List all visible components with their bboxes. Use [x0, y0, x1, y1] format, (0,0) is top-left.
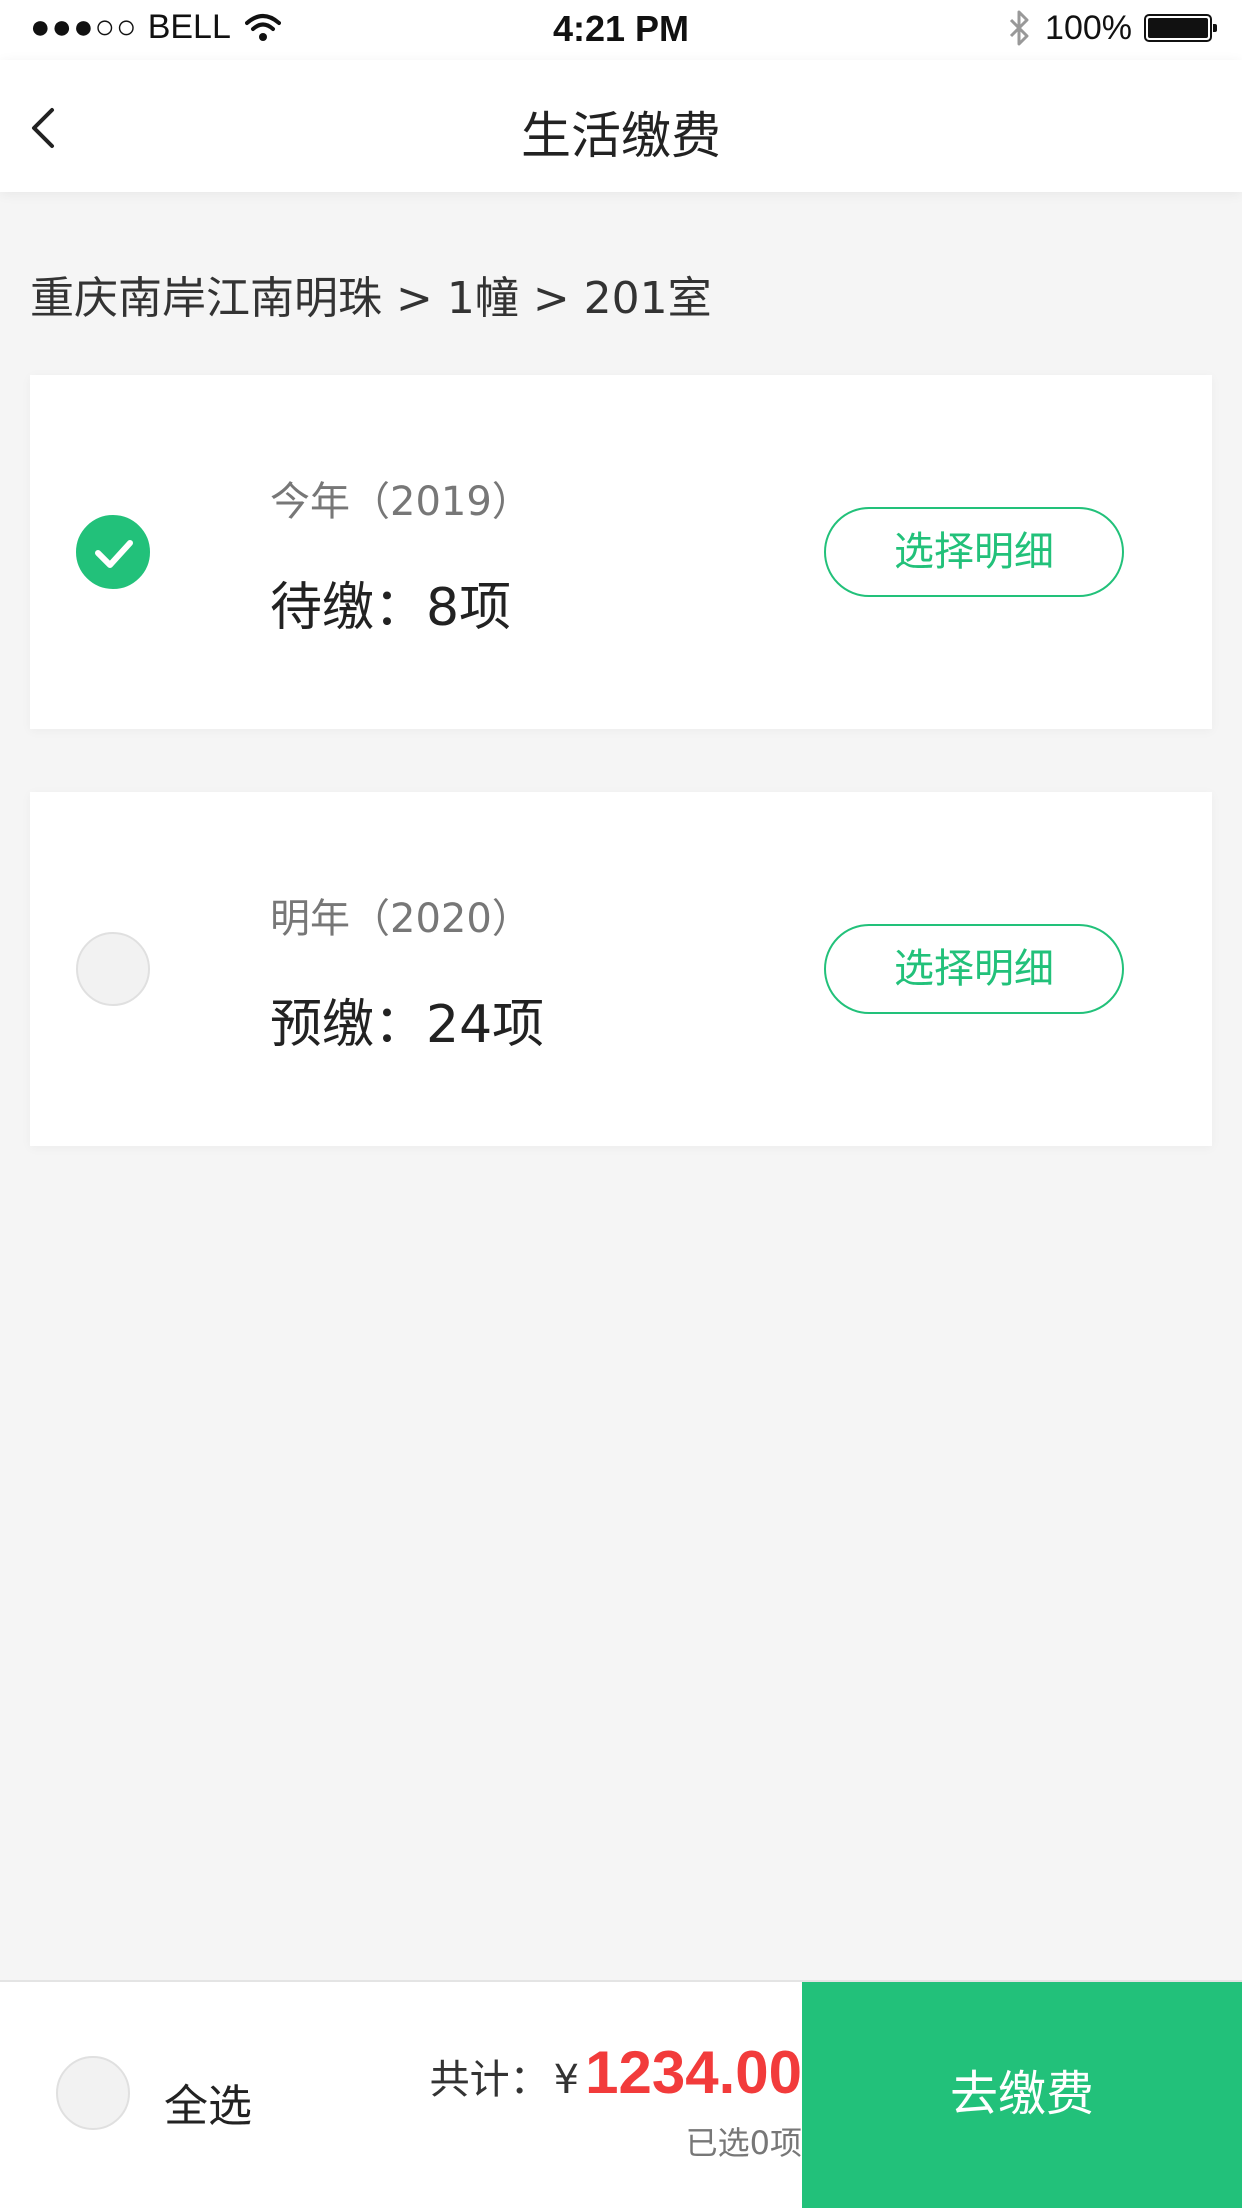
status-bar: ●●●○○ BELL 4:21 PM 100%: [0, 0, 1242, 60]
total-amount: 1234.00: [585, 2039, 802, 2106]
select-details-button[interactable]: 选择明细: [824, 507, 1124, 597]
status-right: 100%: [1007, 8, 1217, 48]
total-label: 共计：: [429, 2057, 550, 2103]
nav-bar: 生活缴费: [0, 60, 1242, 192]
battery-icon: [1144, 14, 1217, 42]
currency-symbol: ¥: [553, 2057, 580, 2103]
select-all-checkbox[interactable]: [56, 2056, 130, 2130]
breadcrumb: 重庆南岸江南明珠 > 1幢 > 201室: [30, 273, 712, 324]
select-details-button[interactable]: 选择明细: [824, 924, 1124, 1014]
bluetooth-icon: [1009, 10, 1029, 46]
bill-card-2019[interactable]: 今年（2019） 待缴：8项 选择明细: [30, 375, 1212, 729]
pay-button[interactable]: 去缴费: [802, 1982, 1242, 2208]
bill-card-2020[interactable]: 明年（2020） 预缴：24项 选择明细: [30, 792, 1212, 1146]
page-title: 生活缴费: [521, 107, 721, 165]
year-label: 明年（2020）: [270, 896, 532, 942]
checkbox-2019[interactable]: [76, 515, 150, 589]
prepay-count: 预缴：24项: [270, 995, 545, 1055]
total-line: 共计： ¥ 1234.00: [430, 2038, 802, 2107]
checkbox-2020[interactable]: [76, 932, 150, 1006]
check-icon: [95, 540, 133, 568]
year-label: 今年（2019）: [270, 479, 532, 525]
selected-count: 已选0项: [685, 2124, 802, 2162]
checkout-bar: 全选 共计： ¥ 1234.00 已选0项 去缴费: [0, 1980, 1242, 2208]
pending-count: 待缴：8项: [270, 578, 512, 638]
battery-percent: 100%: [1045, 8, 1132, 47]
select-all-label[interactable]: 全选: [164, 2070, 252, 2134]
